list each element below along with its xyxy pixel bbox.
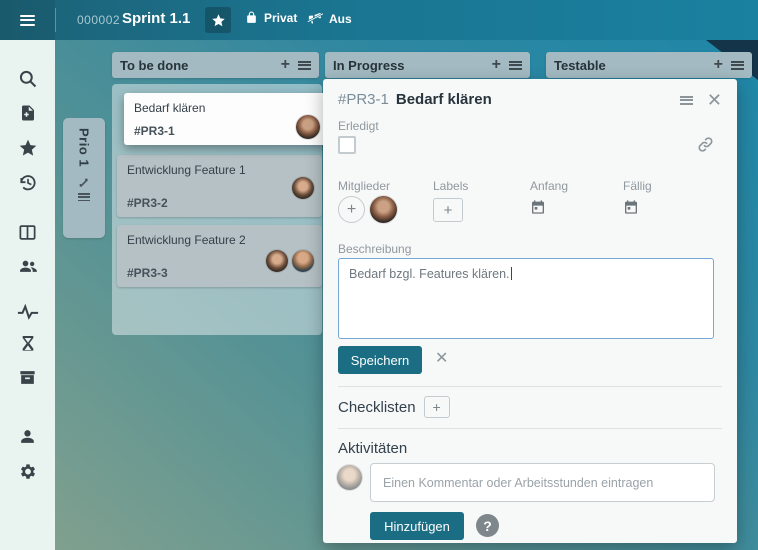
divider [338, 428, 722, 429]
cancel-icon[interactable]: ✕ [435, 351, 448, 367]
list-title: Testable [554, 58, 714, 73]
user-icon[interactable] [16, 425, 39, 448]
avatar[interactable] [292, 177, 314, 199]
link-icon[interactable] [696, 135, 715, 159]
close-icon[interactable]: ✕ [707, 91, 722, 109]
done-label: Erledigt [338, 119, 379, 133]
description-textarea[interactable]: Bedarf bzgl. Features klären. [338, 258, 714, 339]
divider [338, 386, 722, 387]
main-menu-button[interactable] [0, 0, 55, 40]
current-user-avatar [337, 465, 362, 490]
description-label: Beschreibung [338, 242, 411, 256]
card-title: Bedarf klären [134, 101, 321, 115]
labels-label: Labels [433, 179, 468, 193]
member-avatar[interactable] [370, 196, 397, 223]
card-id: #PR3-3 [127, 266, 168, 280]
star-board-button[interactable] [205, 7, 231, 33]
card-id: #PR3-1 [134, 124, 175, 138]
avatar[interactable] [266, 250, 288, 272]
list-header-to-be-done[interactable]: To be done + [112, 52, 319, 78]
list-header-testable[interactable]: Testable + [546, 52, 752, 78]
calendar-icon[interactable] [623, 199, 639, 220]
left-sidebar [0, 40, 55, 550]
add-comment-button[interactable]: Hinzufügen [370, 512, 464, 540]
description-value: Bedarf bzgl. Features klären. [349, 267, 510, 281]
privacy-button[interactable]: Privat [245, 10, 297, 25]
top-bar: 000002 Sprint 1.1 Privat Aus [0, 0, 758, 40]
text-caret [511, 267, 512, 280]
comment-input[interactable] [370, 463, 715, 502]
archive-icon[interactable] [16, 366, 39, 389]
card-title: Entwicklung Feature 2 [127, 233, 312, 247]
privacy-label: Privat [264, 11, 297, 25]
app-window: 000002 Sprint 1.1 Privat Aus [0, 0, 758, 550]
card-detail-title[interactable]: Bedarf klären [396, 91, 492, 108]
star-icon[interactable] [16, 136, 39, 159]
notifications-label: Aus [329, 12, 352, 26]
card-detail-id: #PR3-1 [338, 91, 389, 108]
notifications-toggle[interactable]: Aus [306, 10, 352, 27]
add-card-icon[interactable]: + [714, 57, 723, 73]
settings-icon[interactable] [16, 460, 39, 483]
add-document-icon[interactable] [16, 101, 39, 124]
list-menu-icon[interactable] [298, 61, 311, 70]
add-card-icon[interactable]: + [492, 57, 501, 73]
swimlane-handle[interactable]: Prio 1 [63, 118, 105, 238]
star-icon [211, 13, 226, 28]
board-title[interactable]: Sprint 1.1 [122, 10, 190, 27]
list-menu-icon[interactable] [731, 61, 744, 70]
search-icon[interactable] [16, 67, 39, 90]
card[interactable]: Entwicklung Feature 1 #PR3-2 [117, 155, 322, 217]
calendar-icon[interactable] [530, 199, 546, 220]
swimlane-resize-icon[interactable] [78, 177, 90, 189]
card[interactable]: Entwicklung Feature 2 #PR3-3 [117, 225, 322, 287]
card-selected[interactable]: Bedarf klären #PR3-1 [124, 93, 331, 145]
history-icon[interactable] [16, 171, 39, 194]
card-menu-icon[interactable] [680, 96, 693, 105]
activities-heading: Aktivitäten [338, 440, 407, 457]
list-menu-icon[interactable] [509, 61, 522, 70]
card-detail-header: #PR3-1 Bedarf klären [338, 91, 722, 108]
menu-icon [20, 15, 35, 26]
add-label-button[interactable]: + [433, 198, 463, 222]
topbar-divider [55, 8, 56, 32]
members-icon[interactable] [16, 254, 39, 277]
card-title: Entwicklung Feature 1 [127, 163, 312, 177]
list-header-in-progress[interactable]: In Progress + [325, 52, 530, 78]
board-canvas: To be done + In Progress + Testable + Pr… [55, 40, 758, 550]
board-number: 000002 [77, 13, 120, 27]
card-id: #PR3-2 [127, 196, 168, 210]
add-member-button[interactable]: + [338, 196, 365, 223]
done-checkbox[interactable] [338, 136, 356, 154]
notifications-off-icon [306, 10, 323, 27]
avatar[interactable] [296, 115, 320, 139]
members-label: Mitglieder [338, 179, 390, 193]
swimlane-menu-icon[interactable] [78, 193, 90, 201]
checklists-heading: Checklisten [338, 399, 416, 416]
activity-icon[interactable] [16, 300, 39, 323]
save-button[interactable]: Speichern [338, 346, 422, 374]
add-card-icon[interactable]: + [281, 57, 290, 73]
start-date-label: Anfang [530, 179, 568, 193]
lock-icon [245, 10, 258, 25]
card-detail-modal: #PR3-1 Bedarf klären ✕ Erledigt Mitglied… [323, 79, 737, 543]
hourglass-icon[interactable] [16, 332, 39, 355]
board-icon[interactable] [16, 221, 39, 244]
due-date-label: Fällig [623, 179, 652, 193]
help-icon[interactable]: ? [476, 514, 499, 537]
list-title: In Progress [333, 58, 492, 73]
avatar[interactable] [292, 250, 314, 272]
list-title: To be done [120, 58, 281, 73]
swimlane-title: Prio 1 [77, 128, 92, 167]
add-checklist-button[interactable]: + [424, 396, 450, 418]
